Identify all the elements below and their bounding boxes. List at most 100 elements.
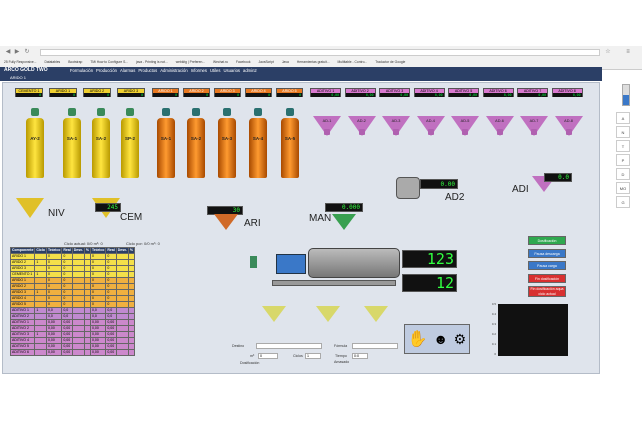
bookmark-item[interactable]: Herramientas gratuit... (297, 58, 330, 66)
star-icon[interactable]: ☆ (604, 48, 612, 56)
action-button[interactable]: Fin dosificación aqua ciclo actual (528, 286, 566, 297)
material-tag[interactable]: ADITIVO 1 0,00 (310, 88, 341, 97)
hopper-valve-icon (324, 129, 330, 135)
bookmark-item[interactable]: Bootstrap (68, 58, 82, 66)
material-tag[interactable]: ARIDO 50 (276, 88, 303, 97)
menu-item[interactable]: Producción (96, 68, 117, 74)
sidebar-button[interactable]: P (616, 154, 630, 166)
dosing-table: Componente Ciclo Teórico Real Desv.% Teórico R… (9, 247, 135, 356)
additive-hopper[interactable]: AD-3 (382, 116, 410, 136)
material-tag[interactable]: ARIDO 10 (49, 88, 77, 97)
destino-field[interactable] (256, 343, 322, 349)
discharge-cone-1 (262, 306, 286, 322)
ciclos-field[interactable]: 1 (305, 353, 321, 359)
vertical-slider[interactable] (622, 84, 630, 106)
material-tag[interactable]: ADITIVO 5 0,00 (448, 88, 479, 97)
address-bar[interactable] (40, 49, 600, 56)
action-button[interactable]: Pausa descarga (528, 248, 566, 258)
sidebar-button[interactable]: A (616, 112, 630, 124)
additive-hopper[interactable]: AD-5 (451, 116, 479, 136)
bookmark-item[interactable]: java - Printing is not... (136, 58, 168, 66)
material-tag[interactable]: ADITIVO 8 0,00 (551, 88, 583, 97)
slider-fill (623, 95, 629, 105)
menu-item[interactable]: Alarmas (120, 68, 135, 74)
bookmark-item[interactable]: TMi How to Configure S... (90, 58, 128, 66)
bookmark-item[interactable]: Multitable - Contro... (338, 58, 368, 66)
sidebar-button[interactable]: D (616, 168, 630, 180)
silo-orange[interactable]: SA-5 (281, 118, 299, 178)
material-tag[interactable]: ARIDO 20 (183, 88, 210, 97)
bookmarks-bar: 25 Fully Responsive... Datatables Bootstra… (0, 58, 642, 66)
bookmark-item[interactable]: Java (282, 58, 289, 66)
silo-orange[interactable]: SA-3 (218, 118, 236, 178)
menu-item[interactable]: admin2 (243, 68, 257, 74)
silo-label: SA-4 (252, 136, 264, 141)
silo-orange[interactable]: SA-2 (187, 118, 205, 178)
bookmark-item[interactable]: Wechat.ru (213, 58, 228, 66)
hopper-label: AD-2 (357, 119, 366, 123)
back-icon[interactable]: ◀ (4, 48, 12, 56)
ad2-gauge: 0.00 (420, 179, 458, 189)
material-tag[interactable]: ARIDO 30 (214, 88, 241, 97)
silo-orange[interactable]: SA-4 (249, 118, 267, 178)
additive-hopper[interactable]: AD-7 (520, 116, 548, 136)
additive-hopper[interactable]: AD-1 (313, 116, 341, 136)
menu-item[interactable]: Informes (191, 68, 207, 74)
menu-item[interactable]: Usuarios (223, 68, 240, 74)
menu-item[interactable]: Productos (138, 68, 157, 74)
sidebar-button[interactable]: MO (616, 182, 630, 194)
action-button[interactable]: Pausa carga (528, 261, 566, 270)
material-tag[interactable]: ADITIVO 2 0,00 (344, 88, 376, 97)
cem-label: CEM (120, 212, 143, 223)
additive-hopper[interactable]: AD-8 (554, 116, 583, 136)
tiempo-field[interactable]: 0:0 (352, 353, 368, 359)
material-tag[interactable]: ARIDO 20 (83, 88, 111, 97)
action-button[interactable]: Fin dosificación (528, 273, 566, 283)
silo-orange[interactable]: SA-1 (157, 118, 175, 178)
gear-icon[interactable]: ⚙ (454, 331, 467, 348)
ari-label: ARI (244, 218, 261, 229)
silo-yellow[interactable]: SA-2 (92, 118, 110, 178)
additive-hopper[interactable]: AD-4 (416, 116, 445, 136)
bookmark-item[interactable]: webkitg | Preferen... (176, 58, 205, 66)
hopper-valve-icon (393, 129, 399, 135)
silo-yellow[interactable]: SP-2 (121, 118, 139, 178)
sidebar-button[interactable]: N (616, 126, 630, 138)
menu-item[interactable]: Formulación (70, 68, 93, 74)
material-tag[interactable]: ARIDO 10 (152, 88, 179, 97)
silo-yellow[interactable]: SA-1 (63, 118, 81, 178)
material-tag[interactable]: ARIDO 40 (245, 88, 272, 97)
action-button[interactable]: Dosificación (528, 236, 566, 245)
bookmark-item[interactable]: Facebook (236, 58, 250, 66)
additive-hopper[interactable]: AD-6 (485, 116, 514, 136)
additive-hopper[interactable]: AD-2 (347, 116, 376, 136)
material-tag[interactable]: ADITIVO 6 0,00 (482, 88, 514, 97)
menu-item[interactable]: Administración (160, 68, 187, 74)
m3-field[interactable]: 0 (258, 353, 278, 359)
sidebar-button[interactable]: T (616, 140, 630, 152)
material-tag[interactable]: ADITIVO 3 0,00 (379, 88, 410, 97)
bookmark-item[interactable]: Traductor de Google (375, 58, 405, 66)
menu-icon[interactable]: ≡ (624, 48, 632, 56)
table-header: Desv. (71, 247, 85, 254)
silo-yellow[interactable]: AY-2 (26, 118, 44, 178)
material-tag[interactable]: CEMENTO 10 (15, 88, 43, 97)
forward-icon[interactable]: ▶ (13, 48, 21, 56)
chart-tick-label: 0.5 (491, 302, 496, 306)
menu-item[interactable]: Utiles (210, 68, 220, 74)
material-tag[interactable]: ARIDO 30 (117, 88, 145, 97)
hand-icon[interactable]: ✋ (408, 329, 428, 349)
chart-tick-label: 0.2 (491, 332, 496, 336)
sidebar-button[interactable]: G (616, 196, 630, 208)
bookmark-item[interactable]: JavaScript (259, 58, 274, 66)
table-row[interactable]: ADITIVO 6 0,00 0,00 0,00 0,00 (9, 349, 135, 356)
silo-label: SA-1 (66, 136, 78, 141)
reload-icon[interactable]: ↻ (23, 48, 31, 56)
material-tag[interactable]: ADITIVO 7 0,00 (517, 88, 548, 97)
bookmark-item[interactable]: Datatables (44, 58, 60, 66)
bookmark-item[interactable]: 25 Fully Responsive... (4, 58, 36, 66)
material-tag[interactable]: ADITIVO 4 0,00 (413, 88, 445, 97)
tag-value: 0,00 (483, 93, 513, 97)
operator-icon[interactable]: ☻ (433, 331, 448, 347)
formula-field[interactable] (352, 343, 398, 349)
